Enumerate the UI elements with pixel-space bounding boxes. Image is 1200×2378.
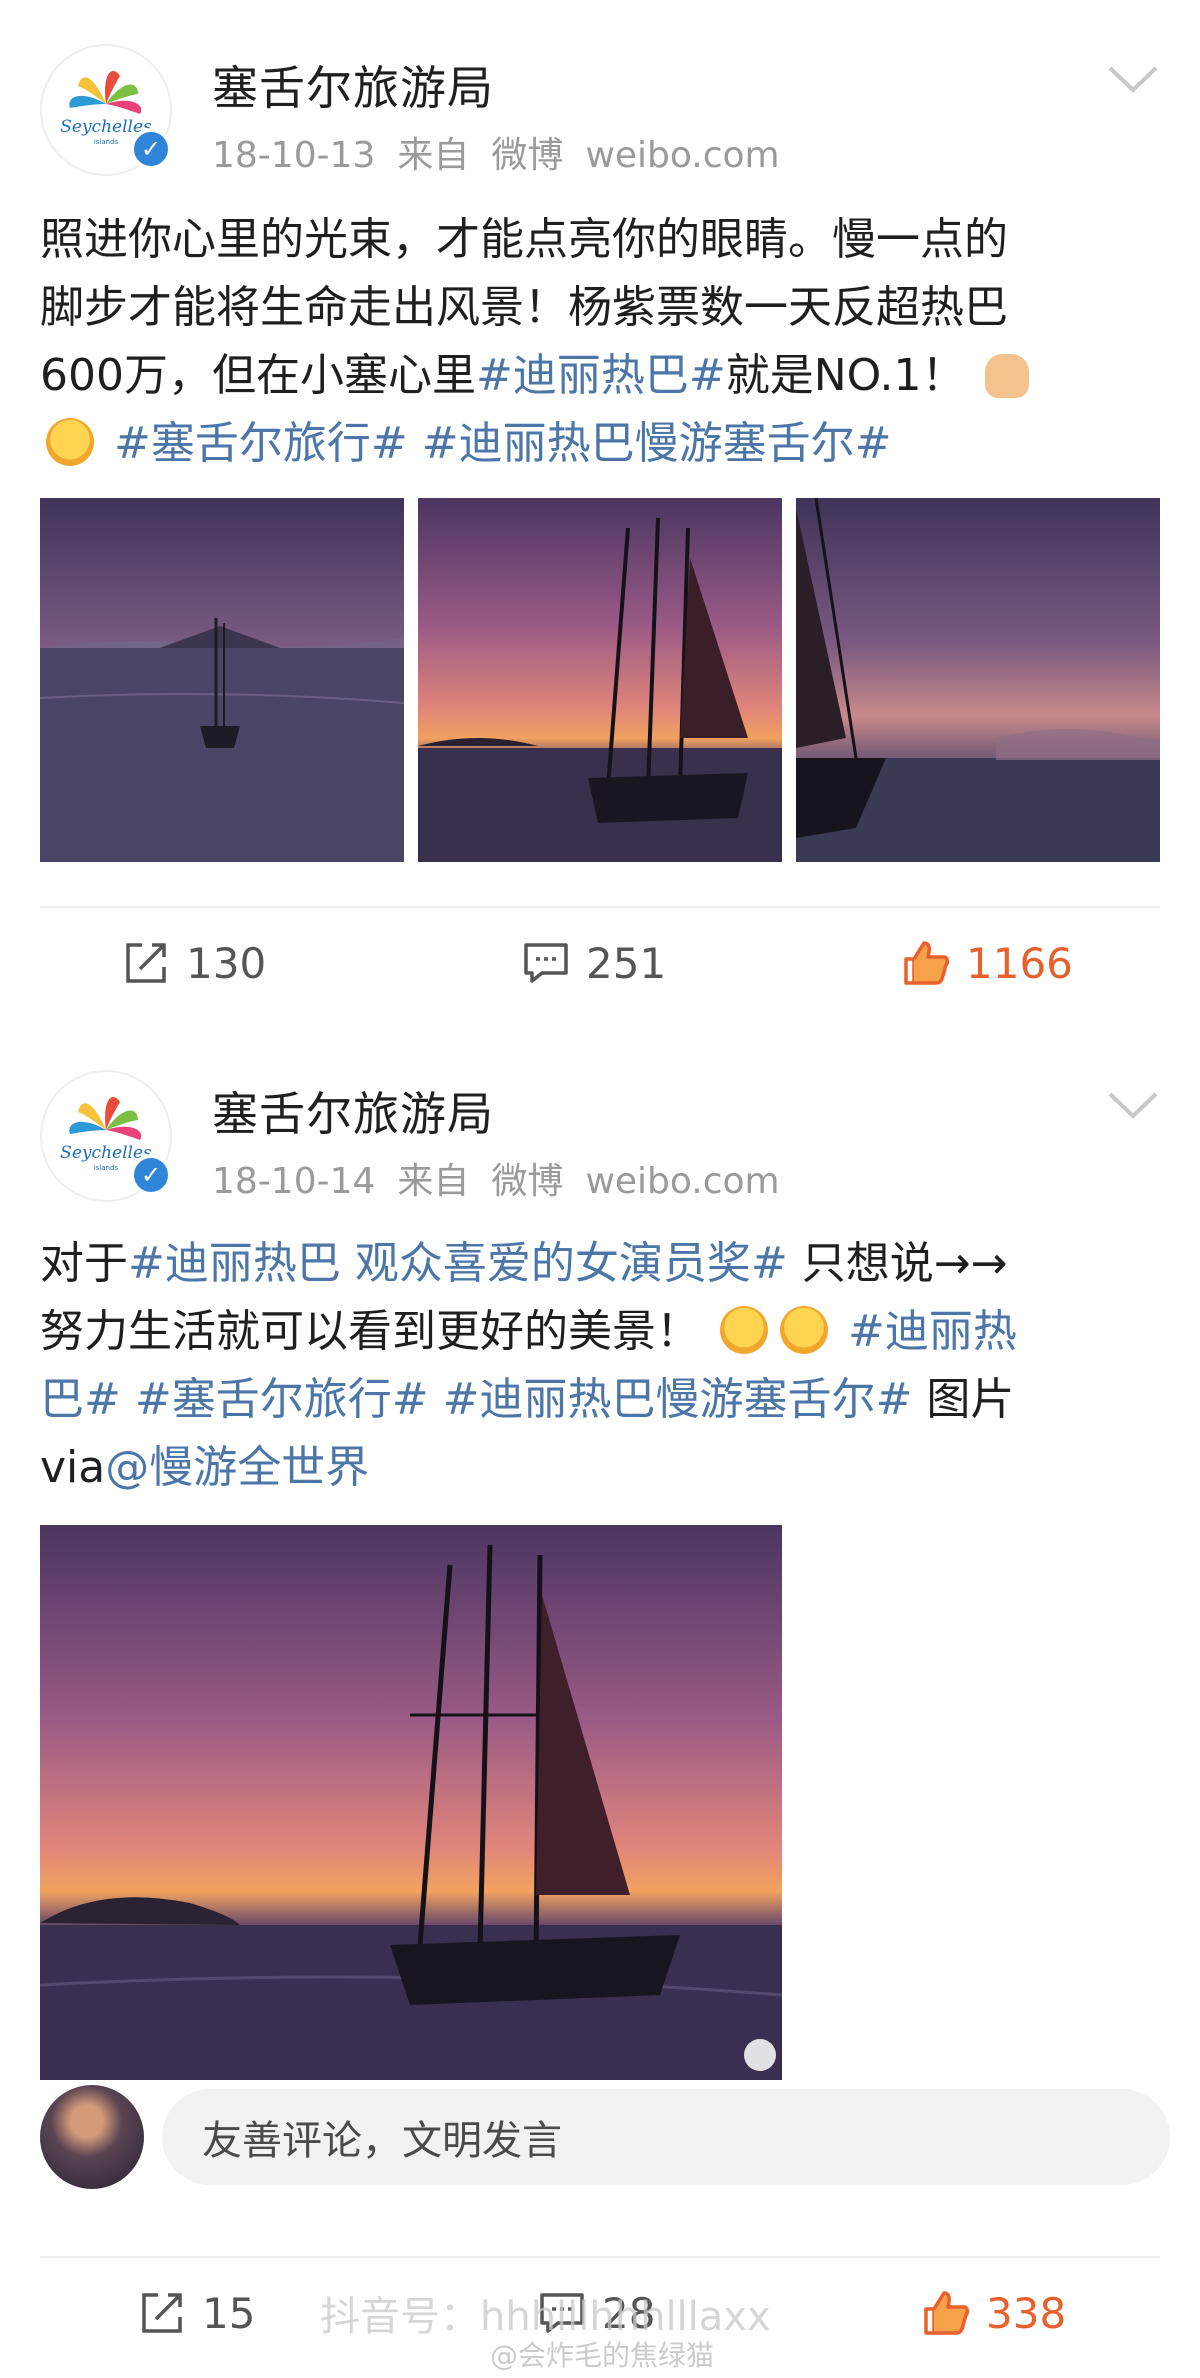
hashtag-link[interactable]: #迪丽热巴慢游塞舌尔# xyxy=(443,1374,913,1425)
like-button[interactable]: 338 xyxy=(920,2268,1066,2358)
text-segment: 对于 xyxy=(40,1238,128,1289)
post-meta: 18-10-13 来自 微博 weibo.com xyxy=(212,126,802,178)
text-line: 对于#迪丽热巴 观众喜爱的女演员奖# 只想说→→ xyxy=(40,1230,1170,1298)
from-label: 来自 xyxy=(397,135,470,176)
chevron-down-icon[interactable] xyxy=(1106,1086,1160,1126)
comment-composer: 友善评论，文明发言 xyxy=(40,2085,1170,2189)
user-avatar[interactable] xyxy=(40,2085,144,2189)
post-photo[interactable] xyxy=(40,1525,782,2080)
text-segment: 就是NO.1！ xyxy=(725,350,966,401)
repost-button[interactable]: 130 xyxy=(120,918,266,1008)
text-segment: 只想说→→ xyxy=(787,1238,1008,1289)
post-date: 18-10-14 xyxy=(212,1161,376,1202)
repost-icon xyxy=(126,943,166,983)
sailboat-photo xyxy=(40,1525,782,2080)
kiss-emoji-icon xyxy=(46,418,94,466)
source-app: 微博 xyxy=(491,1161,564,1202)
hashtag-link[interactable]: #迪丽热巴慢游塞舌尔# xyxy=(422,418,892,469)
text-segment: 图片 xyxy=(926,1374,1015,1425)
laughing-emoji-icon xyxy=(720,1306,768,1354)
text-segment: via xyxy=(40,1442,106,1493)
text-line: 脚步才能将生命走出风景！杨紫票数一天反超热巴 xyxy=(40,282,1008,333)
weibo-post: Seychelles islands ✓ 塞舌尔旅游局 18-10-13 来自 微博… xyxy=(0,0,1200,1030)
sailboat-photo xyxy=(418,498,782,862)
post-meta: 18-10-14 来自 微博 weibo.com xyxy=(212,1152,802,1204)
comment-input[interactable]: 友善评论，文明发言 xyxy=(162,2089,1170,2185)
post-text: 对于#迪丽热巴 观众喜爱的女演员奖# 只想说→→ 努力生活就可以看到更好的美景！… xyxy=(40,1230,1170,1502)
author-name[interactable]: 塞舌尔旅游局 xyxy=(212,52,494,118)
like-icon xyxy=(904,941,950,985)
hashtag-link[interactable]: #迪丽热 xyxy=(848,1306,1017,1357)
text-line: #塞舌尔旅行# #迪丽热巴慢游塞舌尔# xyxy=(40,410,1170,478)
text-line: via@慢游全世界 xyxy=(40,1434,1170,1502)
thumbs-up-emoji-icon xyxy=(985,354,1030,398)
divider xyxy=(40,906,1160,908)
verified-badge-icon: ✓ xyxy=(130,1154,172,1196)
text-line: 600万，但在小塞心里#迪丽热巴#就是NO.1！ xyxy=(40,342,1170,410)
like-icon xyxy=(924,2291,970,2335)
svg-text:islands: islands xyxy=(94,1164,119,1172)
svg-text:islands: islands xyxy=(94,138,119,146)
weibo-post: Seychelles islands ✓ 塞舌尔旅游局 18-10-14 来自 微博… xyxy=(0,1030,1200,2378)
repost-count: 130 xyxy=(186,938,267,988)
like-count: 338 xyxy=(986,2288,1067,2338)
source-app: 微博 xyxy=(491,135,564,176)
kiss-emoji-icon xyxy=(780,1306,828,1354)
hashtag-link[interactable]: #塞舌尔旅行# xyxy=(135,1374,429,1425)
hashtag-link[interactable]: #迪丽热巴# xyxy=(476,350,726,401)
comment-button[interactable]: 251 xyxy=(520,918,666,1008)
chevron-down-icon[interactable] xyxy=(1106,60,1160,100)
hashtag-link[interactable]: #塞舌尔旅行# xyxy=(114,418,408,469)
post-photo[interactable] xyxy=(796,498,1160,862)
text-line: 巴# #塞舌尔旅行# #迪丽热巴慢游塞舌尔# 图片 xyxy=(40,1366,1170,1434)
sailboat-photo xyxy=(40,498,404,862)
text-segment: 600万，但在小塞心里 xyxy=(40,350,476,401)
hashtag-link[interactable]: 巴# xyxy=(40,1374,121,1425)
like-count: 1166 xyxy=(966,938,1073,988)
source-domain: weibo.com xyxy=(585,135,780,176)
action-bar: 130 251 1166 xyxy=(0,918,1200,1008)
repost-count: 15 xyxy=(202,2288,256,2338)
text-line: 努力生活就可以看到更好的美景！ #迪丽热 xyxy=(40,1298,1170,1366)
post-photo[interactable] xyxy=(418,498,782,862)
like-button[interactable]: 1166 xyxy=(900,918,1073,1008)
sailboat-photo xyxy=(796,498,1160,862)
divider xyxy=(40,2256,1160,2258)
hashtag-link[interactable]: #迪丽热巴 观众喜爱的女演员奖# xyxy=(128,1238,788,1289)
repost-icon xyxy=(142,2293,182,2333)
text-line: 照进你心里的光束，才能点亮你的眼睛。慢一点的 xyxy=(40,214,1008,265)
post-text: 照进你心里的光束，才能点亮你的眼睛。慢一点的 脚步才能将生命走出风景！杨紫票数一… xyxy=(40,206,1170,478)
weibo-watermark: @会炸毛的焦绿猫 xyxy=(490,2339,715,2372)
verified-badge-icon: ✓ xyxy=(130,128,172,170)
post-date: 18-10-13 xyxy=(212,135,376,176)
text-segment: 努力生活就可以看到更好的美景！ xyxy=(40,1306,700,1357)
comment-count: 251 xyxy=(586,938,667,988)
comment-icon xyxy=(524,943,568,983)
repost-button[interactable]: 15 xyxy=(136,2268,255,2358)
mention-link[interactable]: @慢游全世界 xyxy=(105,1442,369,1493)
author-name[interactable]: 塞舌尔旅游局 xyxy=(212,1078,494,1144)
source-domain: weibo.com xyxy=(585,1161,780,1202)
post-photo[interactable] xyxy=(40,498,404,862)
from-label: 来自 xyxy=(397,1161,470,1202)
